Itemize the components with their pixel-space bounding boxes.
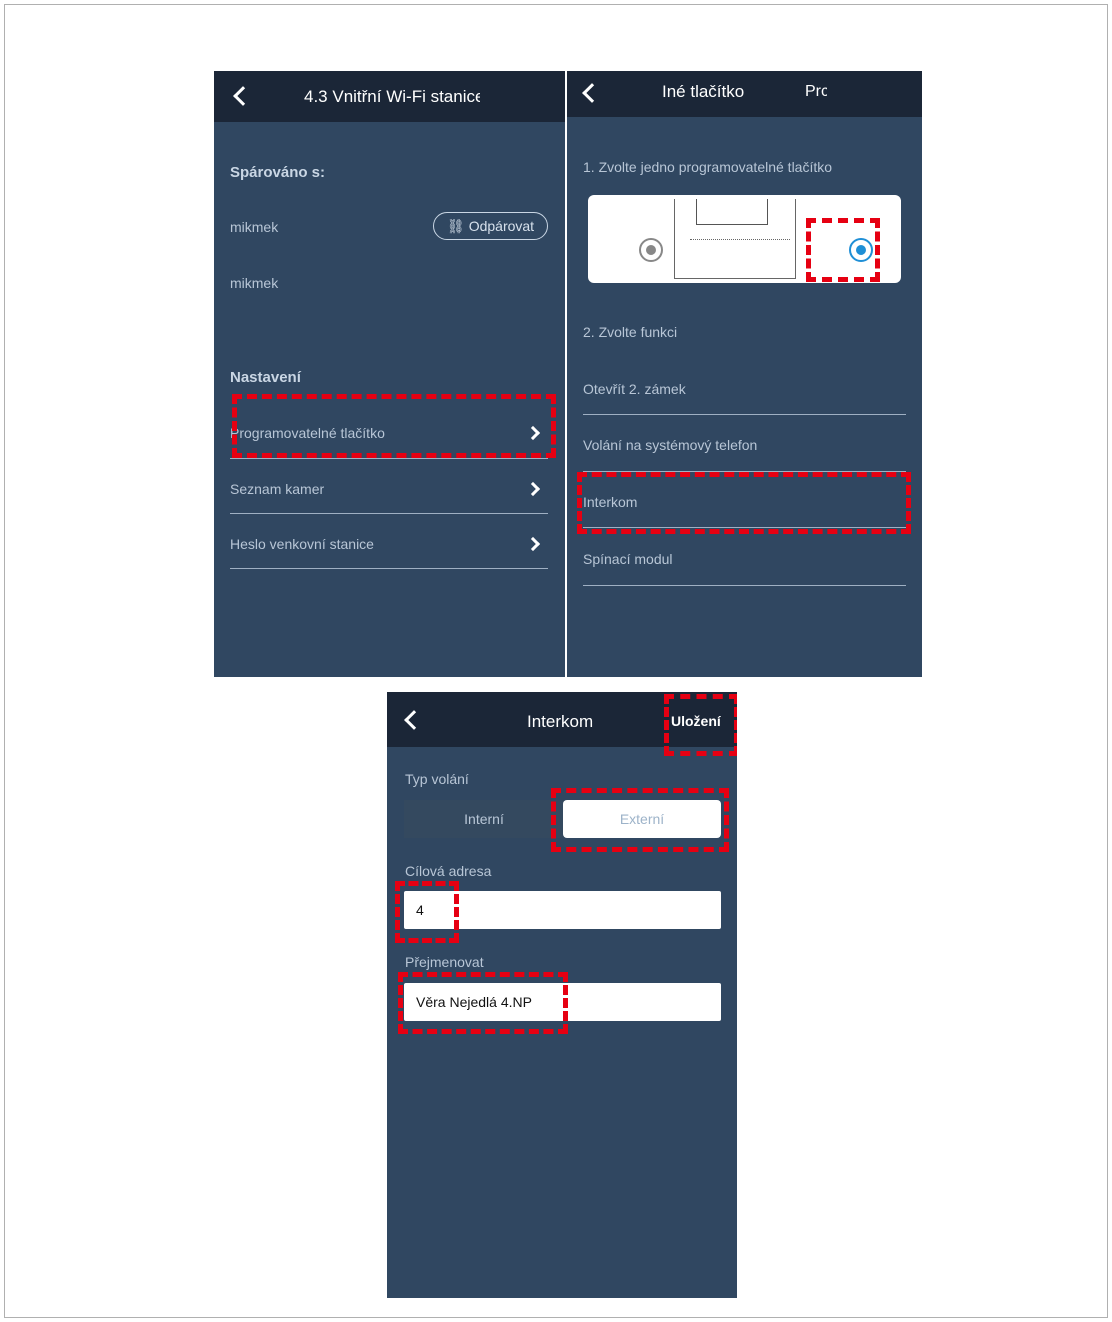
- target-address-label: Cílová adresa: [405, 863, 492, 879]
- highlight-box: [806, 218, 880, 282]
- menu-item-camera-list[interactable]: Seznam kamer: [230, 467, 548, 511]
- menu-item-label: Heslo venkovní stanice: [230, 536, 374, 552]
- divider: [230, 458, 548, 459]
- highlight-box: [577, 472, 911, 534]
- unpair-button[interactable]: ⛓ Odpárovat: [433, 212, 548, 240]
- wifi-station-screen: 4.3 Vnitřní Wi-Fi stanice Spárováno s: m…: [214, 71, 565, 677]
- unpair-label: Odpárovat: [468, 218, 535, 234]
- topbar: 4.3 Vnitřní Wi-Fi stanice: [214, 71, 565, 122]
- step2-label: 2. Zvolte funkci: [583, 324, 678, 340]
- divider: [583, 414, 906, 415]
- option-system-phone[interactable]: Volání na systémový telefon: [583, 437, 757, 453]
- intercom-screen: Interkom Uložení Typ volání Interní Exte…: [387, 692, 737, 1298]
- back-icon[interactable]: [233, 86, 253, 106]
- divider: [583, 585, 906, 586]
- paired-device-name: mikmek: [230, 275, 279, 291]
- back-icon[interactable]: [582, 83, 602, 103]
- screen-title-right: Prc: [805, 83, 827, 100]
- highlight-box: [395, 881, 459, 943]
- step1-label: 1. Zvolte jedno programovatelné tlačítko: [583, 159, 833, 175]
- device-button-row: [690, 239, 790, 240]
- rename-label: Přejmenovat: [405, 954, 484, 970]
- back-icon[interactable]: [404, 710, 424, 730]
- divider: [230, 568, 548, 569]
- highlight-box: [551, 788, 729, 852]
- unlink-icon: ⛓: [446, 217, 465, 234]
- divider: [230, 513, 548, 514]
- settings-heading: Nastavení: [230, 369, 301, 386]
- device-screen-outline: [696, 199, 768, 225]
- highlight-box: [398, 972, 568, 1034]
- highlight-box: [664, 694, 737, 756]
- paired-device-name: mikmek: [230, 219, 279, 235]
- option-open-lock[interactable]: Otevřít 2. zámek: [583, 381, 686, 397]
- topbar: Iné tlačítko Prc: [567, 71, 922, 117]
- menu-item-outdoor-password[interactable]: Heslo venkovní stanice: [230, 522, 548, 566]
- screen-title: Interkom: [527, 712, 594, 731]
- screen-title: 4.3 Vnitřní Wi-Fi stanice: [304, 87, 480, 106]
- call-type-label: Typ volání: [405, 771, 469, 787]
- menu-item-label: Seznam kamer: [230, 481, 325, 497]
- radio-inactive-icon[interactable]: [639, 238, 663, 262]
- chevron-right-icon: [525, 481, 541, 497]
- option-switch-module[interactable]: Spínací modul: [583, 551, 673, 567]
- paired-heading: Spárováno s:: [230, 164, 326, 181]
- programmable-button-screen: Iné tlačítko Prc 1. Zvolte jedno program…: [567, 71, 922, 677]
- chevron-right-icon: [525, 536, 541, 552]
- screen-title: Iné tlačítko: [662, 82, 745, 101]
- segment-internal[interactable]: Interní: [404, 800, 564, 838]
- highlight-box: [232, 394, 556, 458]
